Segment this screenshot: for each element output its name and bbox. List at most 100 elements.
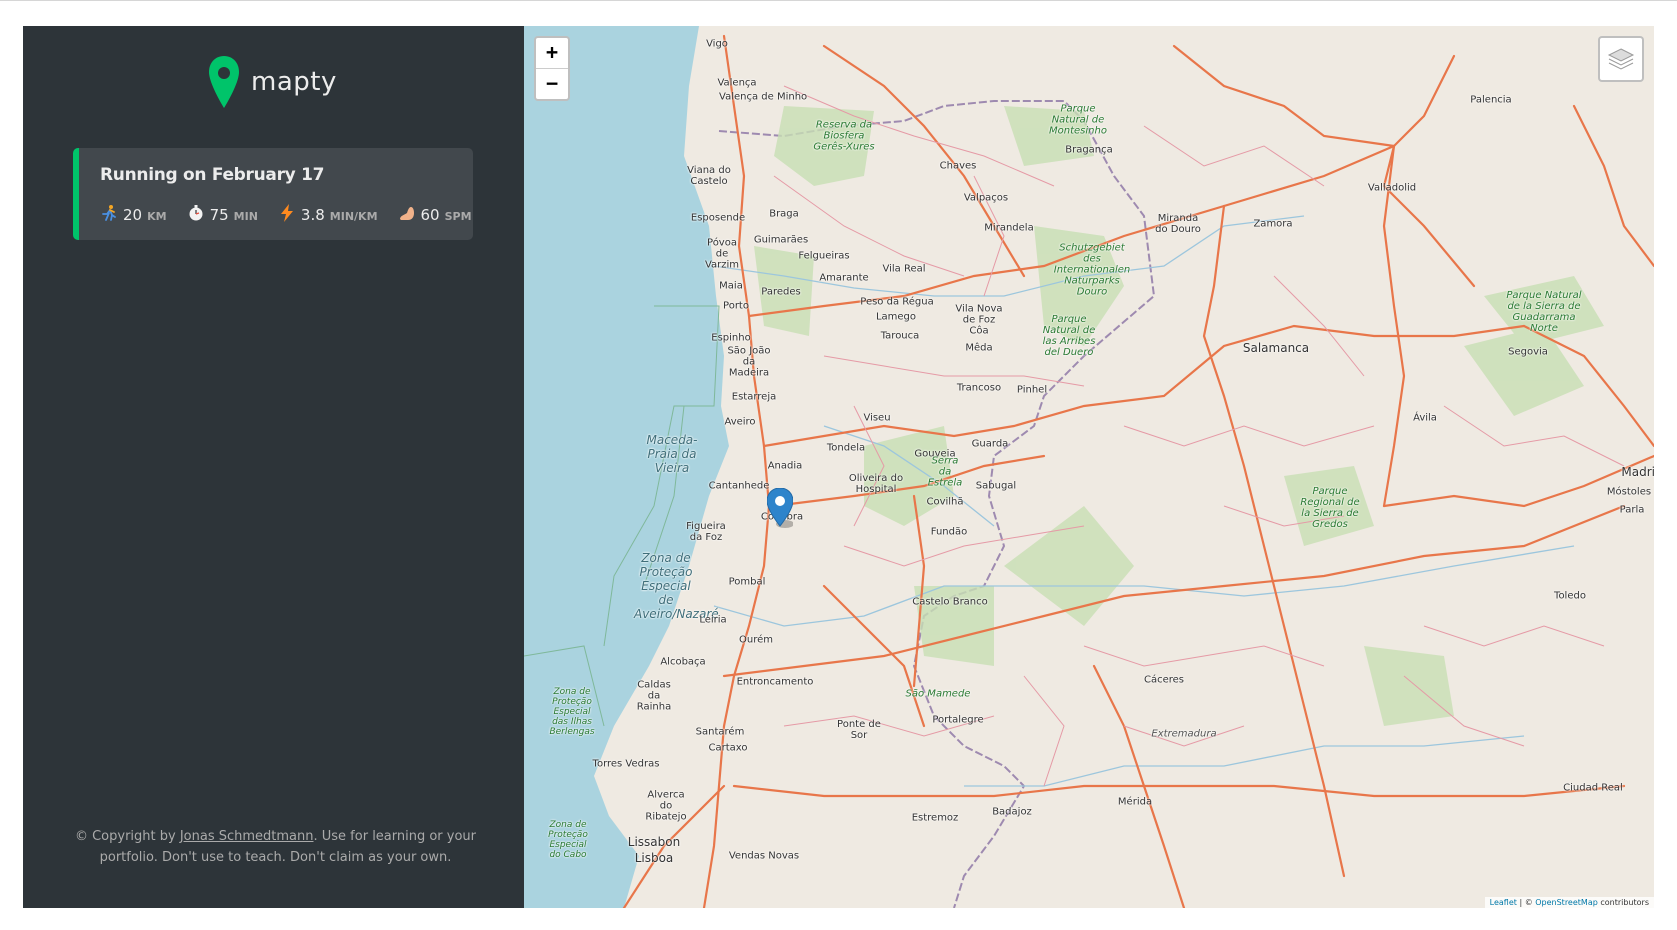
place-label: Esposende [690, 212, 746, 224]
workout-title: Running on February 17 [100, 165, 325, 185]
place-label: São João da Madeira [727, 345, 771, 379]
place-label: Ourém [739, 634, 773, 646]
cadence-value: 60 [420, 206, 440, 224]
workout-distance: 20 km [100, 202, 167, 224]
place-label: Zamora [1253, 218, 1293, 230]
app-name: mapty [251, 67, 337, 97]
map-attribution: Leaflet | © OpenStreetMap contributors [1484, 897, 1654, 908]
place-label: Valpaços [963, 192, 1009, 204]
workout-pace: 3.8 min/km [278, 202, 378, 224]
map-view[interactable]: Vigo Valença Valença de Minho Reserva da… [524, 26, 1654, 908]
place-label: Ciudad Real [1563, 782, 1623, 794]
duration-unit: min [233, 210, 258, 223]
place-label: Serra da Estrela [927, 455, 963, 489]
place-label: Pinhel [1016, 384, 1048, 396]
place-label: Parque Natural de Montesinho [1049, 103, 1107, 137]
map-pin-logo-icon [209, 56, 239, 108]
place-label: Ponte de Sor [837, 719, 881, 741]
distance-value: 20 [123, 206, 143, 224]
place-label: Cáceres [1143, 674, 1185, 686]
runner-icon [102, 205, 116, 221]
place-label: Tondela [826, 442, 866, 454]
workout-details: 20 km 75 min 3.8 min/km [100, 202, 472, 224]
place-label: São Mamede [905, 688, 971, 700]
place-label: Madrid [1621, 465, 1654, 479]
workout-card[interactable]: Running on February 17 20 km 75 [73, 148, 473, 240]
zoom-in-button[interactable]: + [536, 38, 568, 69]
cadence-unit: spm [444, 210, 472, 223]
pace-unit: min/km [329, 210, 378, 223]
place-label: Peso da Régua [860, 296, 934, 308]
place-label: Parque Natural de la Sierra de Guadarram… [1506, 290, 1582, 334]
place-label: Miranda do Douro [1155, 213, 1201, 235]
place-label: Castelo Branco [912, 596, 988, 608]
place-label: Chaves [939, 160, 977, 172]
place-label: Bragança [1065, 144, 1113, 156]
place-label: Porto [723, 300, 749, 312]
place-label: Fundão [930, 526, 968, 538]
place-label: Cartaxo [708, 742, 748, 754]
place-label: Torres Vedras [592, 758, 660, 770]
place-label: Badajoz [992, 806, 1032, 818]
place-label: Extremadura [1151, 728, 1217, 740]
lightning-icon [280, 204, 293, 222]
place-label: Estremoz [911, 812, 959, 824]
place-label: Cantanhede [708, 480, 770, 492]
place-label: Santarém [695, 726, 745, 738]
stopwatch-icon [189, 205, 203, 221]
place-label: Maceda-Praia da Vieira [646, 433, 698, 475]
workout-duration: 75 min [187, 202, 258, 224]
layers-control-button[interactable] [1598, 36, 1644, 82]
place-label: Toledo [1554, 590, 1586, 602]
workout-cadence: 60 spm [398, 202, 472, 224]
place-label: Vigo [706, 38, 728, 50]
place-label: Vendas Novas [728, 850, 800, 862]
place-label: Vila Nova de Foz Côa [955, 303, 1003, 337]
place-label: Paredes [761, 286, 801, 298]
place-label: Braga [769, 208, 799, 220]
place-label: Valença [717, 77, 757, 89]
place-label: Espinho [711, 332, 751, 344]
place-label: Entroncamento [736, 676, 814, 688]
place-label: Salamanca [1242, 341, 1310, 355]
zoom-out-button[interactable]: − [536, 69, 568, 99]
place-label: Lamego [875, 311, 917, 323]
place-label: Ávila [1413, 412, 1437, 424]
place-label: Guimarães [753, 234, 809, 246]
place-label: Vila Real [882, 263, 926, 275]
place-label: Segovia [1508, 346, 1548, 358]
place-label: Valladolid [1367, 182, 1417, 194]
osm-link[interactable]: OpenStreetMap [1535, 898, 1598, 907]
place-label: Reserva da Biosfera Gerês-Xures [813, 119, 875, 153]
place-label: Amarante [819, 272, 869, 284]
place-label: Caldas da Rainha [636, 679, 672, 713]
author-link[interactable]: Jonas Schmedtmann [180, 829, 314, 844]
place-label: Aveiro [724, 416, 756, 428]
place-label: Maia [719, 280, 743, 292]
location-marker-icon[interactable] [767, 488, 793, 528]
place-label: Tarouca [880, 330, 920, 342]
zoom-control: + − [534, 36, 570, 101]
place-label: Zona de Proteção Especial de Aveiro/Naza… [634, 551, 719, 621]
leaflet-link[interactable]: Leaflet [1490, 898, 1517, 907]
distance-unit: km [147, 210, 167, 223]
place-label: Estarreja [731, 391, 777, 403]
place-label: Parque Regional de la Sierra de Gredos [1300, 486, 1360, 530]
place-label: Oliveira do Hospital [848, 473, 904, 495]
attribution-separator: | © [1516, 898, 1536, 907]
duration-value: 75 [209, 206, 229, 224]
place-label: Sabugal [975, 480, 1017, 492]
sidebar: mapty Running on February 17 20 km [23, 26, 524, 908]
place-label: Lissabon [627, 835, 681, 849]
place-label: Parque Natural de las Arribes del Duero [1042, 314, 1096, 358]
place-label: Mêda [965, 342, 993, 354]
place-label: Zona de Proteção Especial do Cabo [548, 820, 588, 860]
pace-value: 3.8 [300, 206, 325, 224]
place-label: Anadia [767, 460, 803, 472]
top-border [0, 0, 1677, 1]
place-label: Viseu [863, 412, 891, 424]
place-label: Zona de Proteção Especial das Ilhas Berl… [549, 687, 595, 737]
place-label: Valença de Minho [719, 91, 808, 103]
copyright-notice: © Copyright by Jonas Schmedtmann. Use fo… [63, 826, 488, 868]
copyright-prefix: © Copyright by [74, 829, 180, 844]
